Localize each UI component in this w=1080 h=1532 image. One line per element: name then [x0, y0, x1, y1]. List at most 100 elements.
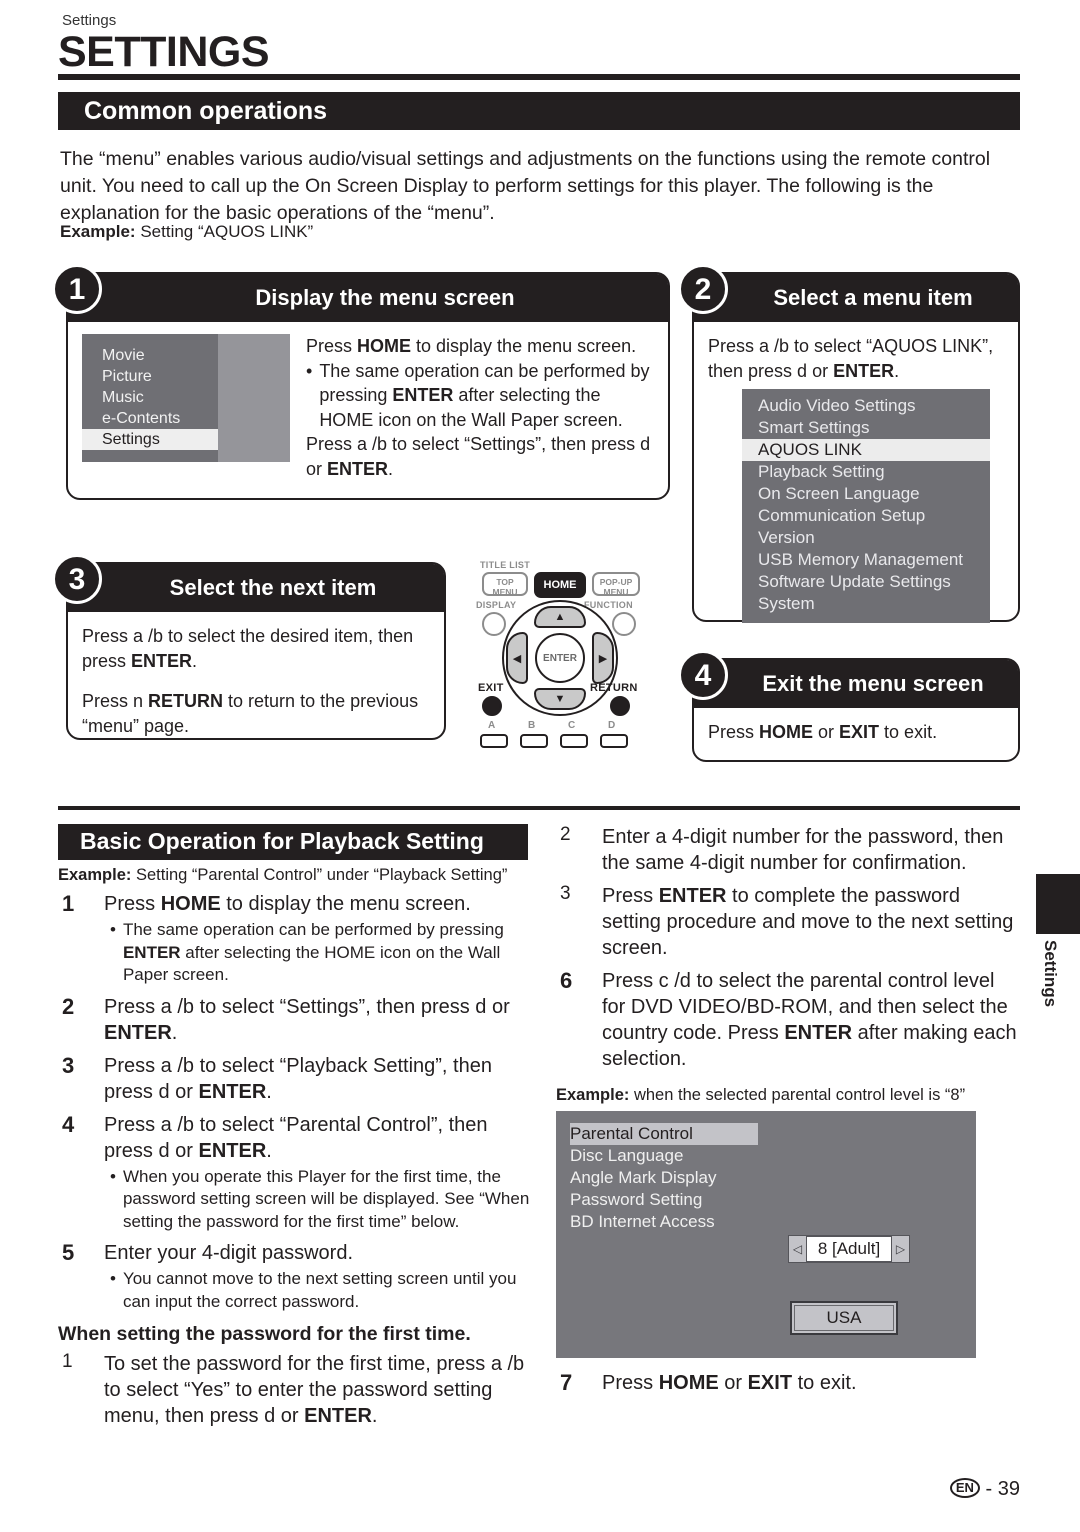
menu-mock-column: Movie Picture Music e-Contents Settings	[82, 334, 218, 462]
step-1-line2-post: .	[388, 458, 394, 479]
parental-item-bd-internet-access[interactable]: BD Internet Access	[556, 1211, 976, 1233]
final-step-list: 7 Press HOME or EXIT to exit.	[556, 1370, 1022, 1396]
remote-b-button[interactable]	[520, 734, 548, 748]
remote-home-button[interactable]: HOME	[534, 572, 586, 598]
step-4-pre: Press	[708, 722, 760, 742]
lower-example-text: Setting “Parental Control” under “Playba…	[135, 866, 508, 884]
settings-item-software-update-settings[interactable]: Software Update Settings	[742, 571, 990, 593]
step-text-pre: Press	[602, 885, 659, 907]
step-4-body: Press HOME or EXIT to exit.	[694, 708, 1018, 759]
side-tab-label: Settings	[1041, 940, 1060, 1008]
menu-item-e-contents[interactable]: e-Contents	[82, 408, 218, 429]
section-heading-basic-label: Basic Operation for Playback Setting	[80, 828, 484, 854]
step-text-key: ENTER	[198, 1080, 267, 1103]
list-item: 3 Press a /b to select “Playback Setting…	[58, 1053, 530, 1105]
step-4-mid: or	[813, 722, 840, 742]
remote-c-button[interactable]	[560, 734, 588, 748]
step-number: 6	[560, 968, 573, 993]
remote-down-button[interactable]: ▼	[534, 688, 586, 710]
list-item: 7 Press HOME or EXIT to exit.	[556, 1370, 1022, 1396]
right-steps-list: 2 Enter a 4-digit number for the passwor…	[556, 824, 1022, 1072]
settings-item-on-screen-language[interactable]: On Screen Language	[742, 483, 990, 505]
step-2-text: Press a /b to select “AQUOS LINK”, then …	[708, 334, 1004, 383]
chevron-right-icon[interactable]: ▷	[892, 1236, 909, 1262]
language-badge: EN	[949, 1478, 980, 1498]
step-text-post: .	[371, 1405, 378, 1427]
settings-item-communication-setup[interactable]: Communication Setup	[742, 505, 990, 527]
parental-item-disc-language[interactable]: Disc Language	[556, 1145, 976, 1167]
manual-page: Settings SETTINGS Common operations The …	[0, 0, 1080, 1532]
step-number: 4	[62, 1111, 75, 1137]
remote-popup-menu-button[interactable]: POP-UP MENU	[592, 572, 640, 597]
bullet-dot-icon: •	[110, 1269, 116, 1288]
remote-up-button[interactable]: ▲	[534, 606, 586, 628]
step-text: Press HOME or EXIT to exit.	[602, 1372, 857, 1394]
final-key-home: HOME	[658, 1372, 719, 1394]
section-heading-basic-operation: Basic Operation for Playback Setting	[58, 824, 528, 860]
example-text: Setting “AQUOS LINK”	[140, 222, 314, 241]
country-code-button[interactable]: USA	[790, 1301, 898, 1335]
step-1-line1-post: to display the menu screen.	[411, 336, 637, 356]
step-text-key: ENTER	[104, 1021, 172, 1044]
pc-example-text: when the selected parental control level…	[633, 1086, 966, 1104]
remote-d-button[interactable]	[600, 734, 628, 748]
step-4-number: 4	[678, 650, 728, 700]
remote-right-button[interactable]: ▶	[592, 632, 614, 684]
chevron-left-icon[interactable]: ◁	[789, 1236, 806, 1262]
list-item: 2 Enter a 4-digit number for the passwor…	[556, 824, 1022, 876]
menu-item-settings-selected[interactable]: Settings	[82, 429, 218, 450]
bullet-dot-icon: •	[306, 360, 313, 381]
settings-item-smart-settings[interactable]: Smart Settings	[742, 417, 990, 439]
remote-left-button[interactable]: ◀	[506, 632, 528, 684]
sub-bullet-text: When you operate this Player for the fir…	[122, 1166, 530, 1231]
parental-item-password-setting[interactable]: Password Setting	[556, 1189, 976, 1211]
section-heading-label: Common operations	[84, 97, 328, 125]
sub-bullet-pre: The same operation can be performed by p…	[122, 920, 504, 939]
settings-item-system[interactable]: System	[742, 593, 990, 615]
step-2-card: 2 Select a menu item Press a /b to selec…	[678, 264, 1020, 623]
menu-item-picture[interactable]: Picture	[82, 366, 218, 387]
remote-display-button[interactable]	[482, 612, 506, 636]
remote-exit-button[interactable]	[482, 696, 502, 716]
right-column: 2 Enter a 4-digit number for the passwor…	[556, 824, 1022, 1403]
list-item: 6 Press c /d to select the parental cont…	[556, 968, 1022, 1072]
remote-enter-button[interactable]: ENTER	[535, 633, 585, 683]
parental-item-parental-control-selected[interactable]: Parental Control	[570, 1123, 758, 1145]
step-number: 5	[62, 1240, 75, 1265]
settings-item-version[interactable]: Version	[742, 527, 990, 549]
menu-item-movie[interactable]: Movie	[82, 345, 218, 366]
sub-bullet: • You cannot move to the next setting sc…	[104, 1268, 530, 1313]
remote-title-list-label: TITLE LIST	[480, 560, 530, 570]
step-1-bullet: • The same operation can be performed by…	[306, 359, 651, 433]
remote-a-button[interactable]	[480, 734, 508, 748]
remote-function-button[interactable]	[612, 612, 636, 636]
settings-item-playback-setting[interactable]: Playback Setting	[742, 461, 990, 483]
remote-top-menu-button[interactable]: TOP MENU	[482, 572, 528, 597]
step-1-menu-mock: Movie Picture Music e-Contents Settings	[82, 334, 290, 481]
remote-a-label: A	[488, 720, 496, 731]
remote-exit-label: EXIT	[478, 682, 504, 694]
section-heading-common-operations: Common operations	[58, 92, 1020, 130]
step-number: 7	[560, 1370, 573, 1395]
settings-item-audio-video-settings[interactable]: Audio Video Settings	[742, 395, 990, 417]
parental-item-angle-mark-display[interactable]: Angle Mark Display	[556, 1167, 976, 1189]
step-1-card: 1 Display the menu screen Movie Picture …	[52, 264, 670, 500]
final-pre: Press	[602, 1372, 659, 1394]
remote-return-button[interactable]	[610, 696, 630, 716]
step-text: Enter a 4-digit number for the password,…	[602, 826, 1004, 874]
left-steps-list: 1 Press HOME to display the menu screen.…	[58, 891, 530, 1313]
step-1-line1-key: HOME	[357, 336, 412, 356]
remote-control-diagram: TITLE LIST TOP MENU HOME POP-UP MENU DIS…	[472, 560, 648, 755]
step-3-body: Press a /b to select the desired item, t…	[68, 612, 444, 752]
settings-item-aquos-link-selected[interactable]: AQUOS LINK	[742, 439, 990, 461]
step-1-number: 1	[52, 264, 102, 314]
final-mid: or	[718, 1372, 748, 1394]
step-number: 1	[62, 1351, 73, 1372]
parental-level-spinner[interactable]: ◁ 8 [Adult] ▷	[788, 1235, 910, 1263]
step-text-post: .	[266, 1080, 272, 1103]
step-3-p2-pre: Press n	[82, 691, 149, 711]
remote-popup-line1: POP-UP	[599, 577, 633, 587]
settings-item-usb-memory-management[interactable]: USB Memory Management	[742, 549, 990, 571]
remote-c-label: C	[568, 720, 576, 731]
menu-item-music[interactable]: Music	[82, 387, 218, 408]
